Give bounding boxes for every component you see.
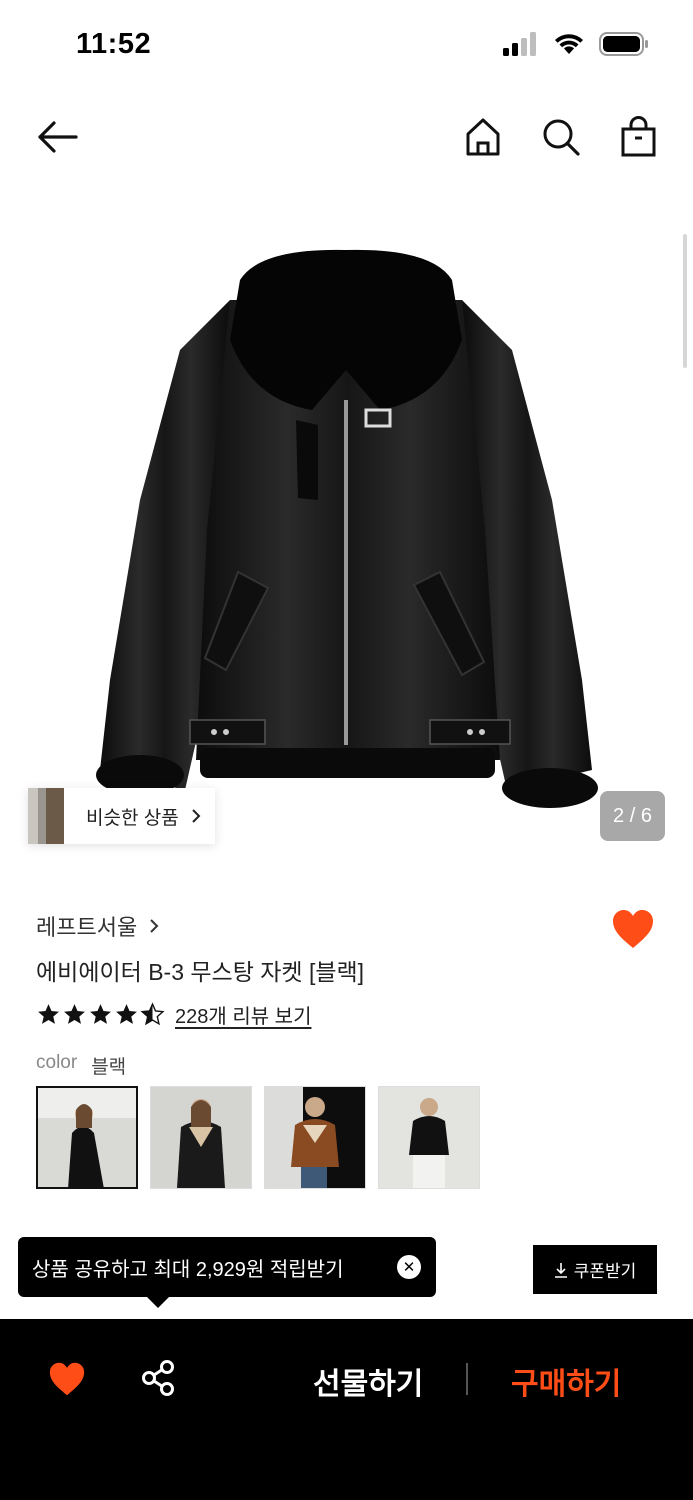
color-option[interactable] bbox=[150, 1086, 252, 1189]
download-icon bbox=[554, 1262, 567, 1278]
toast-text: 상품 공유하고 최대 2,929원 적립받기 bbox=[32, 1258, 344, 1281]
similar-products-button[interactable]: 비슷한 상품 bbox=[28, 788, 215, 844]
color-options bbox=[36, 1086, 480, 1189]
search-icon[interactable] bbox=[541, 116, 581, 158]
bottom-action-bar: 선물하기 구매하기 bbox=[0, 1319, 693, 1500]
scroll-indicator[interactable] bbox=[683, 234, 687, 368]
star-half-icon bbox=[140, 1002, 165, 1026]
star-filled-icon bbox=[64, 1004, 85, 1024]
product-name: 에비에이터 B-3 무스탕 자켓 [블랙] bbox=[36, 959, 365, 985]
back-arrow-icon[interactable] bbox=[34, 116, 80, 158]
chevron-right-icon bbox=[191, 809, 201, 823]
coupon-button[interactable]: 쿠폰받기 bbox=[533, 1245, 657, 1294]
status-icons bbox=[503, 32, 649, 56]
image-page-counter: 2 / 6 bbox=[600, 791, 665, 841]
signal-icon bbox=[503, 32, 536, 56]
similar-products-text: 비슷한 상품 bbox=[86, 807, 179, 829]
rating-row: 228개 리뷰 보기 bbox=[36, 1000, 311, 1029]
color-option[interactable] bbox=[36, 1086, 138, 1189]
color-value: 블랙 bbox=[91, 1057, 127, 1078]
battery-icon bbox=[599, 32, 648, 56]
nav-actions bbox=[463, 116, 659, 158]
status-bar: 11:52 bbox=[0, 0, 693, 92]
share-icon[interactable] bbox=[140, 1359, 178, 1397]
similar-products-label: 비슷한 상품 bbox=[64, 803, 215, 830]
star-filled-icon bbox=[38, 1004, 59, 1024]
color-row: color 블랙 bbox=[36, 1052, 126, 1079]
buy-button[interactable]: 구매하기 bbox=[511, 1359, 621, 1403]
color-option[interactable] bbox=[378, 1086, 480, 1189]
home-icon[interactable] bbox=[463, 116, 503, 158]
similar-product-thumbnail bbox=[28, 788, 64, 844]
like-heart-icon[interactable] bbox=[48, 1361, 86, 1397]
brand-name: 레프트서울 bbox=[36, 915, 138, 940]
share-reward-toast[interactable]: 상품 공유하고 최대 2,929원 적립받기 ✕ bbox=[18, 1237, 436, 1297]
wifi-icon bbox=[555, 34, 583, 54]
rating-stars bbox=[36, 1002, 165, 1027]
color-label: color bbox=[36, 1052, 78, 1073]
gift-button[interactable]: 선물하기 bbox=[313, 1359, 423, 1403]
shopping-bag-icon[interactable] bbox=[619, 116, 659, 158]
divider bbox=[466, 1363, 468, 1395]
brand-link[interactable]: 레프트서울 bbox=[36, 910, 159, 942]
like-heart-icon[interactable] bbox=[611, 908, 655, 950]
color-option[interactable] bbox=[264, 1086, 366, 1189]
star-filled-icon bbox=[90, 1004, 111, 1024]
close-icon[interactable]: ✕ bbox=[397, 1255, 421, 1279]
review-link[interactable]: 228개 리뷰 보기 bbox=[175, 1000, 311, 1029]
toast-pointer bbox=[146, 1296, 170, 1308]
star-filled-icon bbox=[116, 1004, 137, 1024]
status-time: 11:52 bbox=[76, 28, 152, 60]
nav-bar bbox=[0, 100, 693, 176]
chevron-right-icon bbox=[150, 919, 159, 933]
coupon-label: 쿠폰받기 bbox=[573, 1262, 637, 1281]
product-image[interactable] bbox=[0, 200, 693, 860]
